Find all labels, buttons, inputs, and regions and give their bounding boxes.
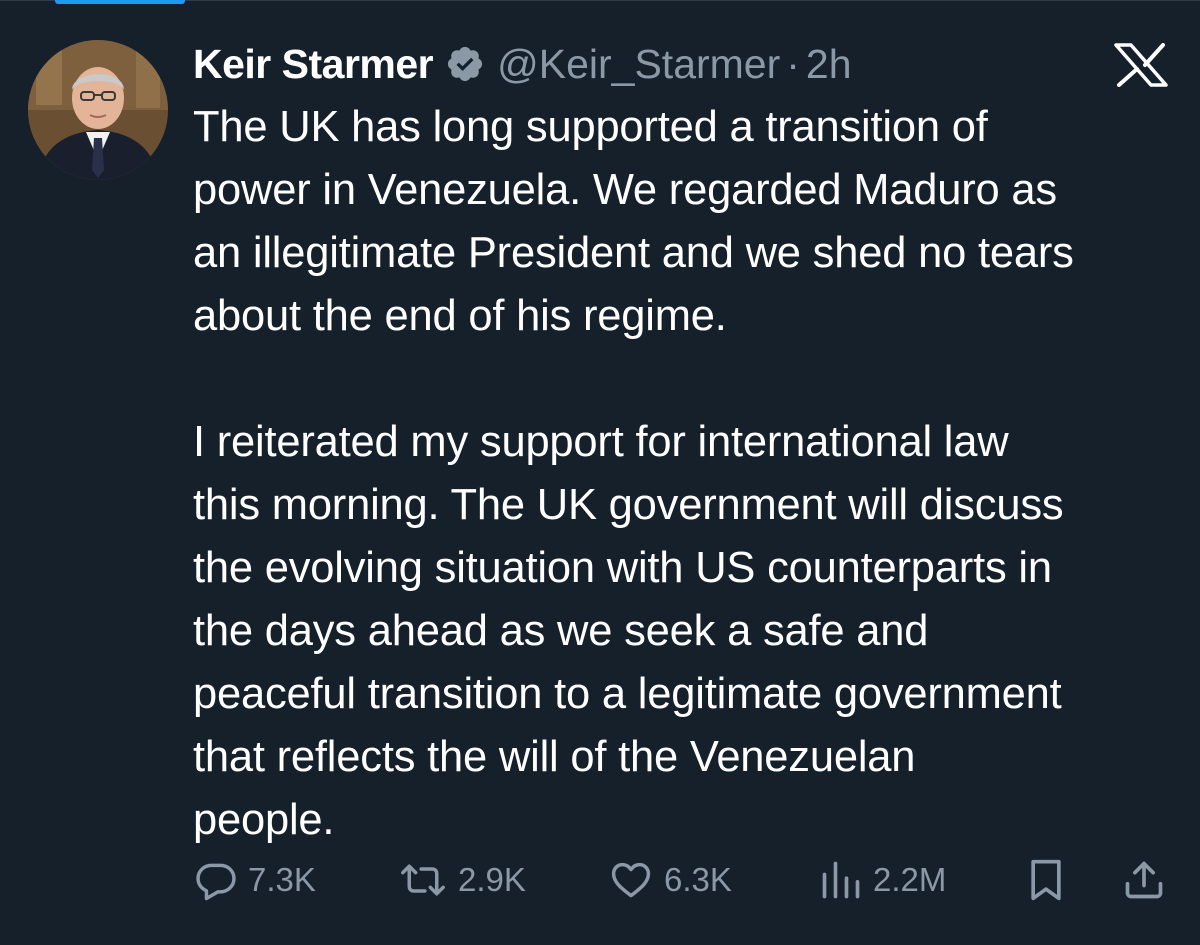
retweet-button[interactable]: 2.9K [398,858,526,902]
reply-count: 7.3K [248,861,316,898]
avatar[interactable] [28,40,168,180]
reply-button[interactable]: 7.3K [194,858,316,902]
share-button[interactable] [1122,858,1166,902]
like-button[interactable]: 6.3K [608,858,732,902]
tweet-header: Keir Starmer @Keir_Starmer · 2h [193,36,852,92]
views-button[interactable]: 2.2M [819,858,946,902]
views-count: 2.2M [873,861,947,898]
heart-icon [611,862,651,898]
author-display-name[interactable]: Keir Starmer [193,41,434,88]
author-handle[interactable]: @Keir_Starmer [497,41,780,88]
x-logo-icon [1112,43,1170,87]
views-icon [822,861,860,899]
avatar-portrait [28,40,168,180]
tweet-text: The UK has long supported a transition o… [193,103,1074,844]
retweet-count: 2.9K [458,861,526,898]
active-tab-indicator [55,0,185,4]
separator-dot: · [786,40,800,87]
verified-badge-icon [445,44,485,84]
tweet-actions: 7.3K 2.9K 6.3K 2.2M [0,850,1200,910]
share-icon [1125,861,1163,899]
retweet-icon [401,864,445,896]
reply-icon [196,863,236,901]
bookmark-icon [1031,859,1061,901]
tweet-timestamp[interactable]: 2h [806,41,852,88]
like-count: 6.3K [664,861,732,898]
bookmark-button[interactable] [1026,858,1066,902]
